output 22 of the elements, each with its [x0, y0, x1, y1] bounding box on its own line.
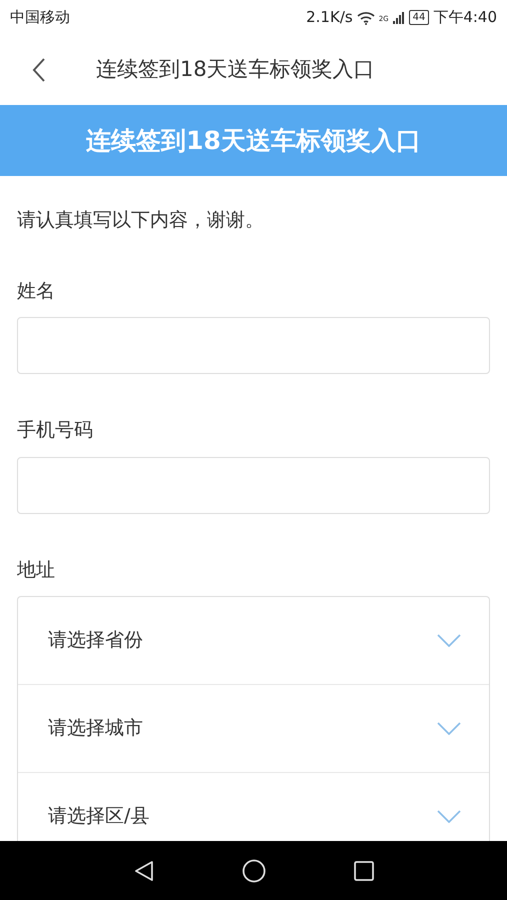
chevron-down-icon: [437, 634, 461, 647]
network-speed: 2.1K/s: [306, 7, 353, 28]
field-label: 手机号码: [17, 418, 94, 443]
field-label: 姓名: [17, 278, 56, 304]
back-icon[interactable]: [32, 58, 46, 82]
dropdown-select[interactable]: 请选择城市: [18, 685, 489, 773]
banner-title: 连续签到18天送车标领奖入口: [86, 124, 421, 157]
dropdown-select[interactable]: 请选择省份: [18, 597, 489, 685]
home-icon[interactable]: [242, 858, 266, 882]
input-field[interactable]: [17, 317, 490, 374]
signal-icon: [392, 11, 405, 24]
battery-indicator: 44: [408, 10, 430, 25]
chevron-down-icon: [437, 810, 461, 823]
intro-text: 请认真填写以下内容，谢谢。: [17, 208, 265, 233]
carrier-name: 中国移动: [10, 7, 70, 28]
chevron-down-icon: [437, 722, 461, 735]
page-title: 连续签到18天送车标领奖入口: [96, 56, 375, 84]
field-label: 地址: [17, 558, 56, 582]
wifi-icon: [356, 10, 375, 24]
input-field[interactable]: [17, 456, 490, 514]
recent-apps-icon[interactable]: [354, 860, 374, 880]
clock-time: 下午4:40: [433, 7, 497, 28]
